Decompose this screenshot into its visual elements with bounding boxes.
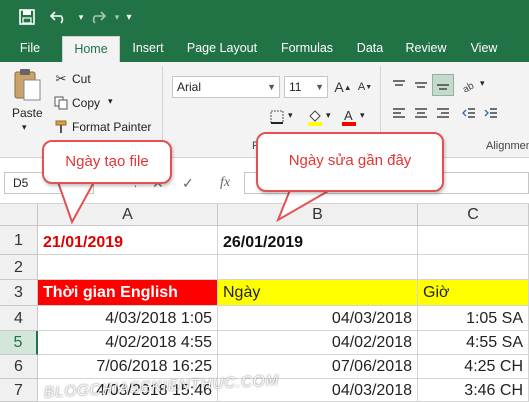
enter-icon[interactable]: ✓ — [182, 172, 194, 194]
chevron-down-icon: ▼ — [315, 82, 324, 92]
cell-a1[interactable]: 21/01/2019 — [38, 226, 218, 255]
cell-c1[interactable] — [418, 226, 529, 255]
copy-dropdown-icon[interactable]: ▾ — [108, 96, 113, 107]
align-right-icon[interactable] — [432, 102, 454, 124]
row-header-3[interactable]: 3 — [0, 280, 38, 306]
select-all-corner[interactable] — [0, 204, 38, 226]
cell-b1[interactable]: 26/01/2019 — [218, 226, 418, 255]
cell-a3[interactable]: Thời gian English — [38, 280, 218, 306]
cell-c2[interactable] — [418, 255, 529, 280]
ribbon-tabs: File Home Insert Page Layout Formulas Da… — [0, 34, 529, 62]
tab-data[interactable]: Data — [352, 34, 388, 62]
font-name-combo[interactable]: Arial ▼ — [172, 76, 280, 98]
column-header-c[interactable]: C — [418, 204, 529, 226]
cell-c7[interactable]: 3:46 CH — [418, 379, 529, 402]
orientation-dropdown-icon[interactable]: ▾ — [480, 78, 485, 89]
fill-color-dropdown-icon[interactable]: ▾ — [326, 110, 331, 121]
callout-created-date: Ngày tạo file — [42, 140, 172, 184]
font-size-value: 11 — [289, 80, 302, 94]
svg-text:A: A — [344, 108, 353, 123]
cell-c4[interactable]: 1:05 SA — [418, 306, 529, 331]
font-color-dropdown-icon[interactable]: ▾ — [360, 110, 365, 121]
save-icon[interactable] — [16, 6, 38, 28]
align-middle-icon[interactable] — [410, 74, 432, 96]
cell-b4[interactable]: 04/03/2018 — [218, 306, 418, 331]
paste-icon[interactable] — [12, 68, 42, 102]
tab-view[interactable]: View — [466, 34, 502, 62]
tab-insert[interactable]: Insert — [126, 34, 170, 62]
insert-function-icon[interactable]: fx — [220, 172, 230, 194]
tab-formulas[interactable]: Formulas — [276, 34, 338, 62]
align-left-icon[interactable] — [388, 102, 410, 124]
fill-color-icon[interactable] — [304, 106, 326, 128]
cell-a5[interactable]: 4/02/2018 4:55 — [38, 331, 218, 355]
align-center-icon[interactable] — [410, 102, 432, 124]
font-name-value: Arial — [177, 80, 202, 94]
copy-button[interactable]: Copy — [72, 96, 100, 110]
row-header-2[interactable]: 2 — [0, 255, 38, 280]
callout-modified-date: Ngày sửa gần đây — [256, 132, 444, 192]
font-size-combo[interactable]: 11 ▼ — [284, 76, 328, 98]
tab-review[interactable]: Review — [402, 34, 450, 62]
grow-font-icon[interactable]: A ▲ — [332, 76, 354, 98]
tab-file[interactable]: File — [10, 34, 50, 62]
svg-text:ab: ab — [461, 80, 476, 92]
align-bottom-icon[interactable] — [432, 74, 454, 96]
shrink-font-icon[interactable]: A ▼ — [354, 76, 376, 98]
cell-c5[interactable]: 4:55 SA — [418, 331, 529, 355]
borders-icon[interactable] — [268, 106, 286, 128]
redo-icon[interactable] — [86, 6, 108, 28]
borders-dropdown-icon[interactable]: ▾ — [288, 110, 293, 121]
customize-icon[interactable]: ▾ — [118, 6, 140, 28]
cell-b3[interactable]: Ngày — [218, 280, 418, 306]
row-header-4[interactable]: 4 — [0, 306, 38, 331]
cell-b5[interactable]: 04/02/2018 — [218, 331, 418, 355]
cell-a6[interactable]: 7/06/2018 16:25 — [38, 355, 218, 379]
orientation-icon[interactable]: ab — [458, 74, 480, 96]
cut-button[interactable]: Cut — [72, 72, 91, 86]
cell-b2[interactable] — [218, 255, 418, 280]
paste-dropdown-icon[interactable]: ▾ — [22, 122, 27, 133]
row-header-5[interactable]: 5 — [0, 331, 38, 355]
font-color-icon[interactable]: A — [338, 106, 360, 128]
paste-button[interactable]: Paste — [12, 106, 43, 120]
cell-a2[interactable] — [38, 255, 218, 280]
row-header-6[interactable]: 6 — [0, 355, 38, 379]
align-top-icon[interactable] — [388, 74, 410, 96]
alignment-group-label: Alignment — [486, 140, 529, 152]
row-header-7[interactable]: 7 — [0, 379, 38, 402]
cut-icon[interactable]: ✂ — [50, 68, 72, 90]
cell-c6[interactable]: 4:25 CH — [418, 355, 529, 379]
row-header-1[interactable]: 1 — [0, 226, 38, 255]
cell-a4[interactable]: 4/03/2018 1:05 — [38, 306, 218, 331]
cell-c3[interactable]: Giờ — [418, 280, 529, 306]
column-header-b[interactable]: B — [218, 204, 418, 226]
decrease-indent-icon[interactable] — [458, 102, 480, 124]
format-painter-icon[interactable] — [50, 116, 72, 138]
chevron-down-icon: ▼ — [267, 82, 276, 92]
format-painter-button[interactable]: Format Painter — [72, 120, 151, 134]
undo-icon[interactable] — [48, 6, 70, 28]
copy-icon[interactable] — [50, 92, 72, 114]
column-header-a[interactable]: A — [38, 204, 218, 226]
tab-home[interactable]: Home — [62, 36, 120, 62]
tab-page-layout[interactable]: Page Layout — [184, 34, 260, 62]
title-bar: ▾ ▾ ▾ — [0, 0, 529, 34]
increase-indent-icon[interactable] — [480, 102, 502, 124]
